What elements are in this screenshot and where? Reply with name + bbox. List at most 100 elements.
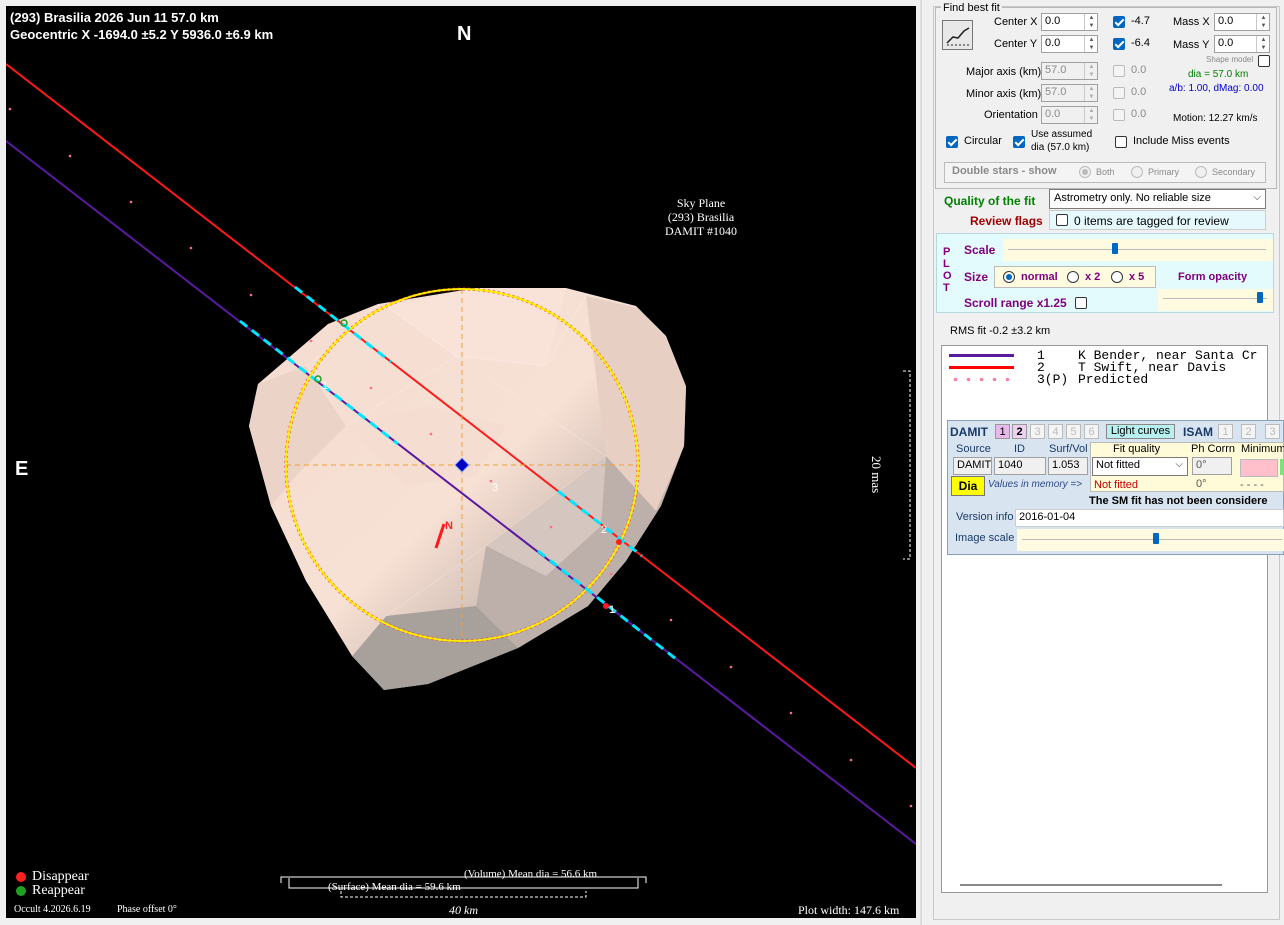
- damit-tab-3[interactable]: 3: [1030, 424, 1045, 439]
- sky-plane-damit: DAMIT #1040: [664, 224, 738, 238]
- isam-tab-2[interactable]: 2: [1241, 424, 1256, 439]
- sm-fit-note: The SM fit has not been considere: [1089, 495, 1268, 507]
- list-scrollbar[interactable]: [960, 884, 1222, 886]
- chord-label-1a: 1: [322, 380, 329, 392]
- ab-dmag-text: a/b: 1.00, dMag: 0.00: [1169, 83, 1264, 94]
- center-x-label: Center X: [994, 16, 1038, 28]
- angular-scale-label: 20 mas: [869, 456, 884, 494]
- surface-dia-label: (Surface) Mean dia = 59.6 km: [328, 881, 461, 893]
- major-axis-adjust: 0.0: [1131, 64, 1147, 76]
- ph-corr-field[interactable]: 0°: [1192, 457, 1232, 475]
- km-scale-label: 40 km: [449, 903, 478, 917]
- chevron-down-icon: ⌵: [1253, 192, 1261, 203]
- size-x5-label: x 5: [1129, 271, 1145, 283]
- legend-reappear: Reappear: [32, 883, 85, 898]
- light-curves-button[interactable]: Light curves: [1106, 424, 1175, 439]
- damit-tab-2[interactable]: 2: [1012, 424, 1027, 439]
- fit-button[interactable]: [942, 20, 973, 50]
- image-scale-slider[interactable]: [1017, 529, 1284, 551]
- mass-x-label: Mass X: [1173, 16, 1210, 28]
- values-in-memory: Values in memory =>: [988, 479, 1083, 490]
- surfvol-header: Surf/Vol: [1049, 443, 1088, 455]
- sky-plane-caption: Sky Plane (293) Brasilia DAMIT #1040: [656, 196, 746, 238]
- form-opacity-slider[interactable]: [1158, 289, 1273, 311]
- isam-tab-1[interactable]: 1: [1218, 424, 1233, 439]
- minor-axis-checkbox[interactable]: [1113, 87, 1125, 99]
- mass-x-spinner[interactable]: ▲ ▼: [1256, 14, 1270, 30]
- damit-tab-1[interactable]: 1: [995, 424, 1010, 439]
- review-flags-checkbox[interactable]: [1056, 214, 1068, 226]
- scale-slider[interactable]: [1003, 239, 1273, 261]
- center-y-label: Center Y: [994, 38, 1038, 50]
- form-opacity-thumb[interactable]: [1257, 292, 1263, 303]
- version-label: Occult 4.2026.6.19: [14, 904, 91, 915]
- chord-label-1b: 1: [609, 604, 616, 616]
- damit-tab-6[interactable]: 6: [1084, 424, 1099, 439]
- double-primary-radio[interactable]: [1131, 166, 1143, 178]
- shape-north-label: N: [445, 520, 453, 532]
- scale-track: [1008, 249, 1266, 250]
- damit-tab-4[interactable]: 4: [1048, 424, 1063, 439]
- ph-corr-header: Ph Corrn: [1191, 443, 1236, 455]
- double-secondary-radio[interactable]: [1195, 166, 1207, 178]
- center-y-adjust: -6.4: [1131, 37, 1150, 49]
- center-y-checkbox[interactable]: [1113, 38, 1125, 50]
- quality-label: Quality of the fit: [944, 194, 1036, 208]
- major-axis-spinner[interactable]: ▲ ▼: [1084, 63, 1098, 79]
- fit-quality-select[interactable]: Not fitted ⌵: [1092, 457, 1188, 476]
- size-x2-radio[interactable]: [1067, 271, 1079, 283]
- scroll-range-checkbox[interactable]: [1075, 297, 1087, 309]
- use-assumed-checkbox[interactable]: [1013, 136, 1025, 148]
- sky-plane-object: (293) Brasilia: [667, 210, 735, 224]
- sky-plane-title: Sky Plane: [676, 196, 726, 210]
- shape-model-checkbox[interactable]: [1258, 55, 1270, 67]
- include-miss-checkbox[interactable]: [1115, 136, 1127, 148]
- minor-axis-spinner[interactable]: ▲ ▼: [1084, 85, 1098, 101]
- observer-3-num: 3(P): [1037, 372, 1069, 387]
- circular-checkbox[interactable]: [946, 136, 958, 148]
- size-label: Size: [964, 270, 989, 284]
- fit-quality-memory: Not fitted: [1094, 479, 1139, 491]
- version-info-field: 2016-01-04: [1015, 509, 1284, 527]
- circular-label: Circular: [964, 135, 1002, 147]
- damit-id-field: 1040: [994, 457, 1046, 475]
- double-both-label: Both: [1096, 167, 1115, 177]
- double-both-radio[interactable]: [1079, 166, 1091, 178]
- double-stars-label: Double stars - show: [952, 165, 1057, 177]
- dia-text: dia = 57.0 km: [1188, 69, 1249, 80]
- damit-tab-5[interactable]: 5: [1066, 424, 1081, 439]
- observer-3-swatch: [949, 378, 1014, 381]
- orientation-adjust: 0.0: [1131, 108, 1147, 120]
- quality-select[interactable]: Astrometry only. No reliable size ⌵: [1049, 189, 1266, 209]
- size-x5-radio[interactable]: [1111, 271, 1123, 283]
- major-axis-checkbox[interactable]: [1113, 65, 1125, 77]
- splitter[interactable]: [920, 0, 922, 925]
- chord-label-3: 3: [492, 482, 499, 494]
- mass-y-spinner[interactable]: ▲ ▼: [1256, 36, 1270, 52]
- scale-thumb[interactable]: [1112, 243, 1118, 254]
- damit-source-field: DAMIT: [953, 457, 992, 475]
- plot-width-label: Plot width: 147.6 km: [798, 903, 900, 917]
- quality-value: Astrometry only. No reliable size: [1054, 192, 1211, 204]
- id-header: ID: [1014, 443, 1025, 455]
- orientation-checkbox[interactable]: [1113, 109, 1125, 121]
- plot-side-p: P: [943, 246, 951, 258]
- center-y-spinner[interactable]: ▲ ▼: [1084, 36, 1098, 52]
- chord-label-2: 2: [601, 524, 608, 536]
- scale-label: Scale: [964, 243, 996, 257]
- center-x-checkbox[interactable]: [1113, 16, 1125, 28]
- minor-axis-adjust: 0.0: [1131, 86, 1147, 98]
- image-scale-thumb[interactable]: [1153, 533, 1159, 544]
- center-x-spinner[interactable]: ▲ ▼: [1084, 14, 1098, 30]
- include-miss-label: Include Miss events: [1133, 135, 1230, 147]
- sky-plane-plot[interactable]: (293) Brasilia 2026 Jun 11 57.0 km Geoce…: [6, 6, 916, 918]
- version-info-label: Version info: [956, 511, 1014, 523]
- isam-tab-3[interactable]: 3: [1265, 424, 1280, 439]
- chord-1-line: [6, 140, 916, 845]
- dia-button[interactable]: Dia: [951, 476, 985, 496]
- orientation-spinner[interactable]: ▲ ▼: [1084, 107, 1098, 123]
- double-secondary-label: Secondary: [1212, 167, 1256, 177]
- minimum-memory: - - - -: [1240, 479, 1264, 491]
- size-normal-radio[interactable]: [1003, 271, 1015, 283]
- double-primary-label: Primary: [1148, 167, 1179, 177]
